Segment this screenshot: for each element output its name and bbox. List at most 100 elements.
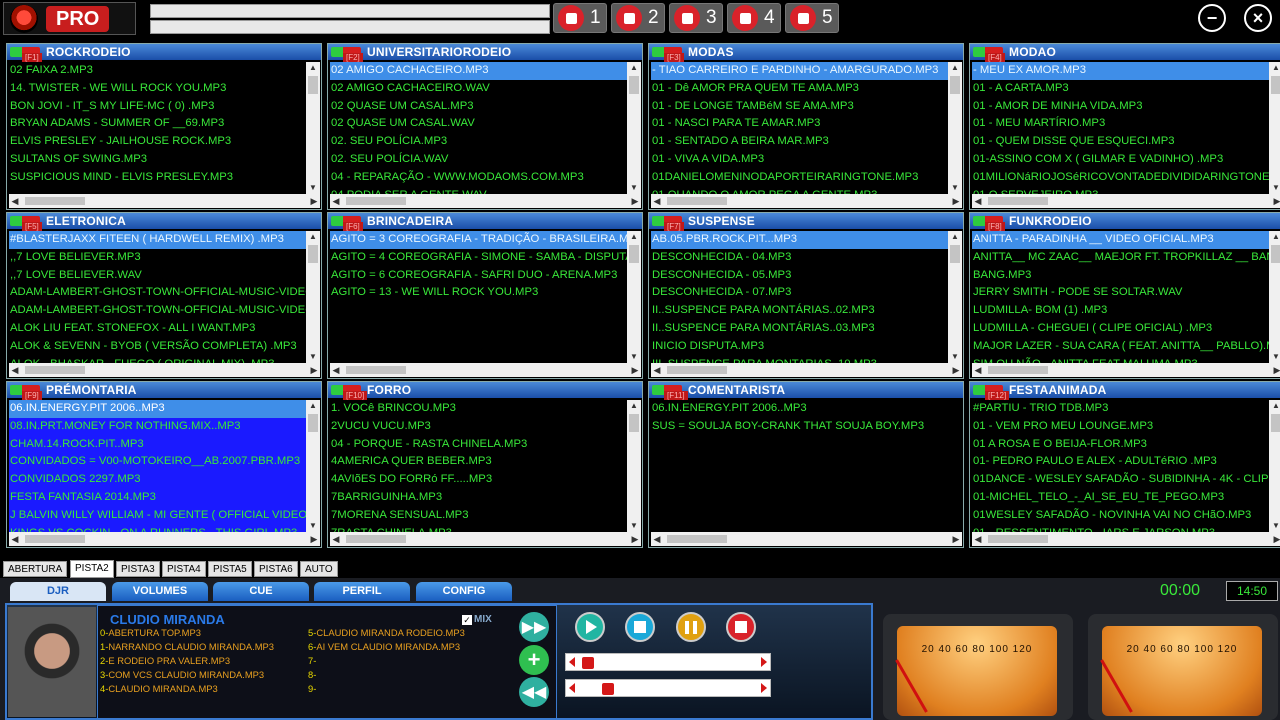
scroll-up-icon[interactable]: ▲ (948, 231, 962, 243)
scroll-thumb[interactable] (25, 197, 85, 205)
scroll-thumb[interactable] (667, 366, 727, 374)
vertical-scrollbar[interactable]: ▲ ▼ (306, 231, 320, 363)
scroll-thumb[interactable] (308, 245, 318, 263)
scroll-up-icon[interactable]: ▲ (627, 62, 641, 74)
horizontal-scrollbar[interactable]: ◀ ▶ (330, 363, 641, 377)
track-item[interactable]: DESCONHECIDA - 05.MP3 (651, 267, 949, 285)
scroll-down-icon[interactable]: ▼ (306, 182, 320, 194)
track-item[interactable]: #BLASTERJAXX FITEEN ( HARDWELL REMIX) .M… (9, 231, 307, 249)
track-item[interactable]: JERRY SMITH - PODE SE SOLTAR.WAV (972, 284, 1270, 302)
scroll-down-icon[interactable]: ▼ (948, 182, 962, 194)
scroll-left-icon[interactable]: ◀ (972, 532, 984, 546)
tab-perfil[interactable]: PERFIL (314, 582, 410, 601)
panel-header[interactable]: [F9] PRÉMONTARIA (7, 382, 321, 400)
horizontal-scrollbar[interactable]: ◀ ▶ (972, 532, 1280, 546)
track-item[interactable]: 02 QUASE UM CASAL.MP3 (330, 98, 628, 116)
scroll-thumb[interactable] (629, 245, 639, 263)
horizontal-scrollbar[interactable]: ◀ ▶ (330, 532, 641, 546)
track-item[interactable]: II..SUSPENCE PARA MONTÁRIAS..03.MP3 (651, 320, 949, 338)
horizontal-scrollbar[interactable]: ◀ ▶ (9, 194, 320, 208)
panel-header[interactable]: [F6] BRINCADEIRA (328, 213, 642, 231)
deck-4-stop-button[interactable]: 4 (727, 3, 781, 33)
horizontal-scrollbar[interactable]: ◀ ▶ (651, 532, 962, 546)
vertical-scrollbar[interactable]: ▲ ▼ (1269, 62, 1280, 194)
scroll-thumb[interactable] (308, 414, 318, 432)
track-item[interactable]: KINGS VS COCKIN - ON A RUNNERS - THIS GI… (9, 524, 307, 532)
scroll-up-icon[interactable]: ▲ (1269, 62, 1280, 74)
slider-knob[interactable] (582, 657, 594, 669)
track-item[interactable]: MAJOR LAZER - SUA CARA ( FEAT. ANITTA__ … (972, 338, 1270, 356)
tab-pista2[interactable]: PISTA2 (70, 560, 114, 578)
track-item[interactable]: 01 - NASCI PARA TE AMAR.MP3 (651, 115, 949, 133)
track-item[interactable]: 04 - REPARAÇÃO - WWW.MODAOMS.COM.MP3 (330, 169, 628, 187)
track-item[interactable]: SUSPICIOUS MIND - ELVIS PRESLEY.MP3 (9, 169, 307, 187)
track-item[interactable]: 01-MICHEL_TELO_-_AI_SE_EU_TE_PEGO.MP3 (972, 489, 1270, 507)
tab-pista6[interactable]: PISTA6 (254, 561, 298, 577)
vertical-scrollbar[interactable]: ▲ ▼ (948, 231, 962, 363)
track-item[interactable]: 4AVIõES DO FORRó FF.....MP3 (330, 471, 628, 489)
track-item[interactable]: III..SUSPENCE PARA MONTARIAS..10.MP3 (651, 356, 949, 363)
tab-djr[interactable]: DJR (10, 582, 106, 601)
track-item[interactable]: DESCONHECIDA - 04.MP3 (651, 249, 949, 267)
scroll-thumb[interactable] (25, 535, 85, 543)
vinheta-item[interactable]: 7- (308, 654, 316, 668)
scroll-right-icon[interactable]: ▶ (1271, 532, 1280, 546)
panel-header[interactable]: [F5] ELETRONICA (7, 213, 321, 231)
next-button[interactable]: ▶▶ (519, 612, 549, 642)
track-item[interactable]: ALOK - BHASKAR - FUEGO ( ORIGINAL MIX) .… (9, 356, 307, 363)
pause-button[interactable] (676, 612, 706, 642)
scroll-left-icon[interactable]: ◀ (330, 532, 342, 546)
vertical-scrollbar[interactable]: ▲ ▼ (627, 231, 641, 363)
vinheta-item[interactable]: 4-CLAUDIO MIRANDA.MP3 (100, 682, 218, 696)
track-item[interactable]: 01 - VIVA A VIDA.MP3 (651, 151, 949, 169)
track-item[interactable]: SIM OU NÃO - ANITTA FEAT MALUMA.MP3 (972, 356, 1270, 363)
track-item[interactable]: 01 - VEM PRO MEU LOUNGE.MP3 (972, 418, 1270, 436)
track-item[interactable]: 01 - DE LONGE TAMBéM SE AMA.MP3 (651, 98, 949, 116)
track-item[interactable]: 08.IN.PRT.MONEY FOR NOTHING.MIX..MP3 (9, 417, 307, 436)
add-button[interactable]: + (519, 645, 549, 675)
track-item[interactable]: 06.IN.ENERGY.PIT 2006..MP3 (9, 400, 307, 418)
scroll-right-icon[interactable]: ▶ (629, 194, 641, 208)
mix-checkbox[interactable]: ✓ MIX (462, 614, 492, 625)
track-item[interactable]: 02 AMIGO CACHACEIRO.MP3 (330, 62, 628, 80)
scroll-thumb[interactable] (950, 76, 960, 94)
scroll-right-icon[interactable]: ▶ (308, 532, 320, 546)
track-item[interactable]: 01 - AMOR DE MINHA VIDA.MP3 (972, 98, 1270, 116)
track-item[interactable]: INICIO DISPUTA.MP3 (651, 338, 949, 356)
track-item[interactable]: 01WESLEY SAFADÃO - NOVINHA VAI NO CHãO.M… (972, 507, 1270, 525)
panel-header[interactable]: [F7] SUSPENSE (649, 213, 963, 231)
vertical-scrollbar[interactable]: ▲ ▼ (627, 400, 641, 532)
track-item[interactable]: AGITO = 6 COREOGRAFIA - SAFRI DUO - AREN… (330, 267, 628, 285)
track-item[interactable]: CONVIDADOS = V00-MOTOKEIRO__AB.2007.PBR.… (9, 453, 307, 472)
scroll-thumb[interactable] (1271, 245, 1280, 263)
track-item[interactable]: LUDMILLA - CHEGUEI ( CLIPE OFICIAL) .MP3 (972, 320, 1270, 338)
position-slider[interactable] (565, 653, 771, 671)
scroll-right-icon[interactable]: ▶ (629, 363, 641, 377)
track-item[interactable]: 01 - SENTADO A BEIRA MAR.MP3 (651, 133, 949, 151)
horizontal-scrollbar[interactable]: ◀ ▶ (9, 363, 320, 377)
track-item[interactable]: FESTA FANTASIA 2014.MP3 (9, 488, 307, 507)
track-item[interactable]: AB.05.PBR.ROCK.PIT...MP3 (651, 231, 949, 249)
track-item[interactable]: AGITO = 3 COREOGRAFIA - TRADIÇÃO - BRASI… (330, 231, 628, 249)
scroll-down-icon[interactable]: ▼ (627, 351, 641, 363)
scroll-up-icon[interactable]: ▲ (948, 62, 962, 74)
vertical-scrollbar[interactable]: ▲ ▼ (306, 400, 320, 532)
track-item[interactable]: - MEU EX AMOR.MP3 (972, 62, 1270, 80)
track-item[interactable]: BON JOVI - IT_S MY LIFE-MC ( 0) .MP3 (9, 98, 307, 116)
panel-header[interactable]: [F11] COMENTARISTA (649, 382, 963, 400)
track-item[interactable]: #PARTIU - TRIO TDB.MP3 (972, 400, 1270, 418)
tab-volumes[interactable]: VOLUMES (112, 582, 208, 601)
track-item[interactable]: 02. SEU POLÍCIA.WAV (330, 151, 628, 169)
tab-auto[interactable]: AUTO (300, 561, 338, 577)
scroll-thumb[interactable] (1271, 414, 1280, 432)
track-item[interactable]: DESCONHECIDA - 07.MP3 (651, 284, 949, 302)
tab-abertura[interactable]: ABERTURA (3, 561, 68, 577)
stop-button[interactable] (625, 612, 655, 642)
track-item[interactable]: 04 - PORQUE - RASTA CHINELA.MP3 (330, 436, 628, 454)
scroll-right-icon[interactable]: ▶ (950, 532, 962, 546)
vinheta-item[interactable]: 3-COM VCS CLAUDIO MIRANDA.MP3 (100, 668, 264, 682)
horizontal-scrollbar[interactable]: ◀ ▶ (651, 363, 962, 377)
scroll-thumb[interactable] (629, 76, 639, 94)
scroll-right-icon[interactable]: ▶ (308, 363, 320, 377)
scroll-down-icon[interactable]: ▼ (1269, 182, 1280, 194)
